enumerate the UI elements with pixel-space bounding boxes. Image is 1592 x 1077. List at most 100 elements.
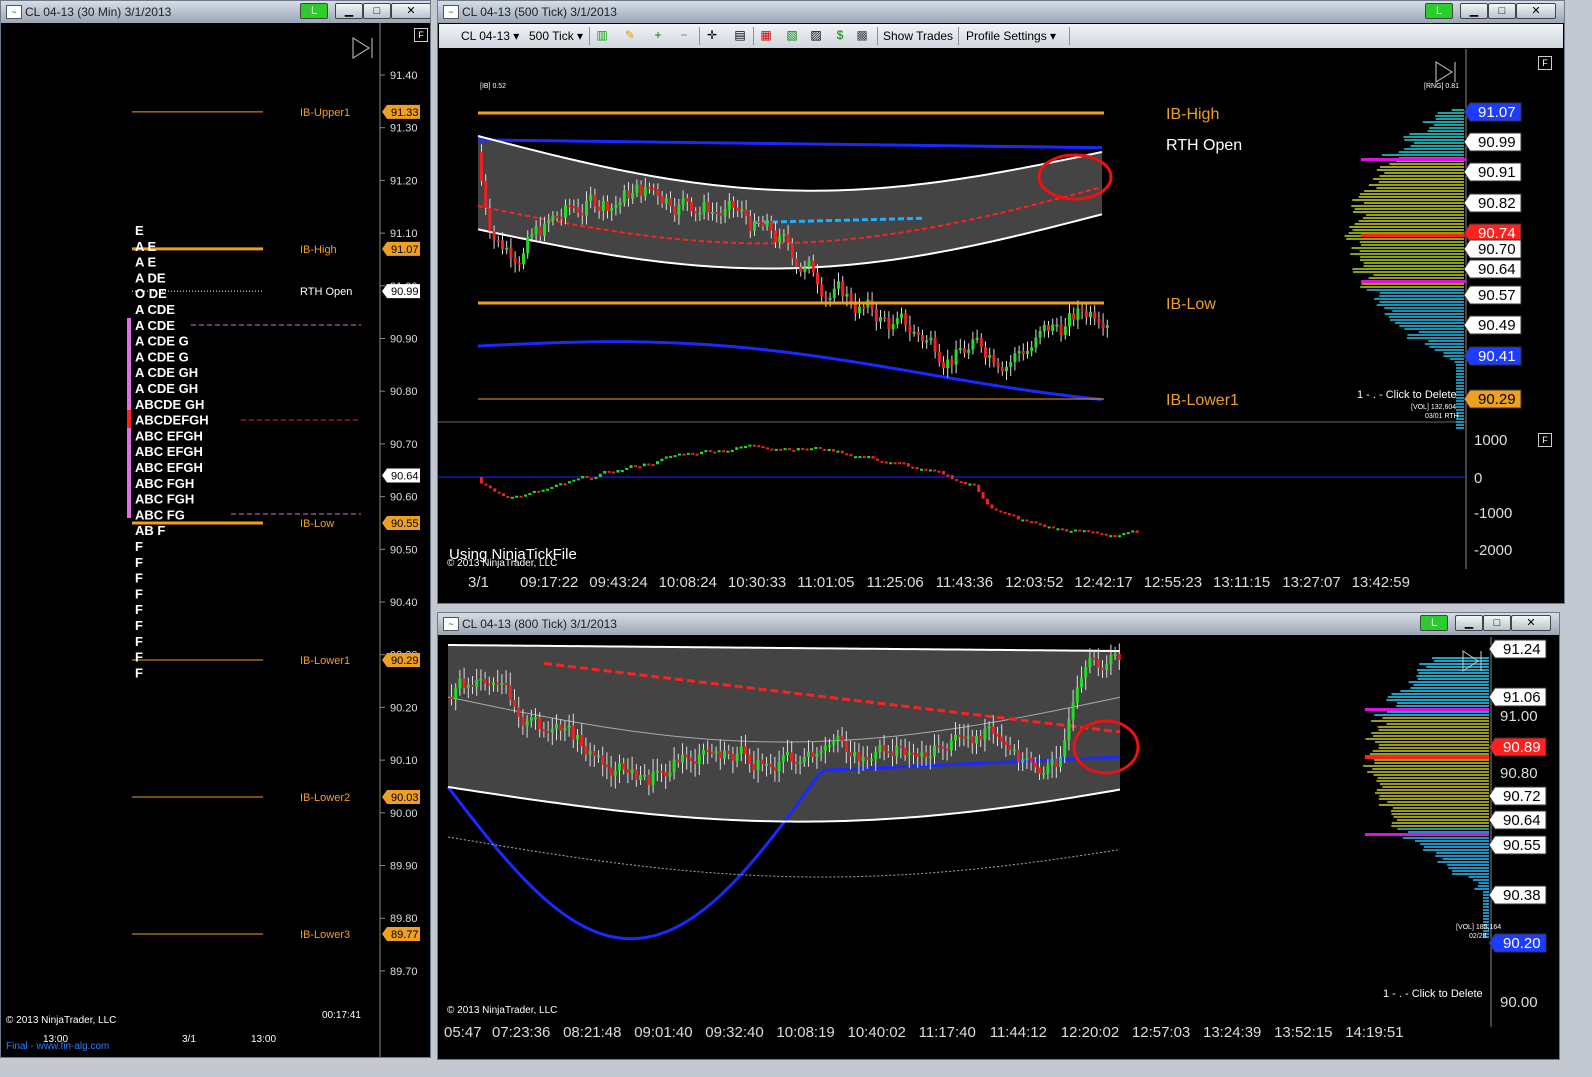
candle (1059, 315, 1063, 342)
data-box-icon[interactable]: ▩ (855, 28, 869, 42)
candle (996, 357, 1000, 374)
maximize-button[interactable]: □ (1488, 3, 1516, 19)
interval-selector[interactable]: 500 Tick ▾ (529, 29, 583, 43)
indicator-bar (752, 444, 756, 447)
indicator-bar (506, 496, 510, 499)
svg-text:91.07: 91.07 (1478, 104, 1516, 121)
title-bar[interactable]: ~ CL 04-13 (30 Min) 3/1/2013 L ▁ □ ✕ (1, 1, 430, 23)
volume-profile-bar (1373, 774, 1489, 776)
svg-text:90.03: 90.03 (391, 792, 419, 804)
instrument-selector[interactable]: CL 04-13 ▾ (461, 29, 519, 43)
minimize-button[interactable]: ▁ (335, 3, 363, 19)
volume-profile-bar (1483, 918, 1489, 920)
candle (853, 293, 857, 321)
indicator-bar (616, 470, 620, 473)
indicator-bar (986, 498, 989, 505)
volume-profile-bar (1378, 744, 1489, 746)
indicator-bar (942, 470, 945, 475)
minimize-button[interactable]: ▁ (1455, 615, 1483, 631)
volume-profile-bar (1417, 678, 1489, 680)
volume-profile-bar (1375, 792, 1489, 794)
play-icon[interactable] (352, 37, 373, 59)
indicator-bar (1109, 535, 1113, 538)
axis-tick-label: 91.10 (390, 228, 418, 240)
x-tick-label: 09:17:22 (520, 574, 578, 591)
maximize-button[interactable]: □ (1483, 615, 1511, 631)
volume-profile-bar (1456, 364, 1464, 366)
minimize-button[interactable]: ▁ (1460, 3, 1488, 19)
indicators-icon[interactable]: ▦ (759, 28, 773, 42)
candle (832, 279, 836, 305)
x-tick-label: 10:30:33 (728, 574, 786, 591)
tpo-row: F (135, 555, 143, 570)
volume-profile-bar (1354, 223, 1464, 225)
indicator-bar (827, 449, 831, 452)
panel-toggle-button[interactable]: F (1538, 56, 1552, 70)
indicator-axis-label: 0 (1474, 470, 1482, 487)
indicator-bar (642, 463, 646, 467)
dollar-icon[interactable]: $ (833, 28, 847, 42)
x-tick-label: 07:23:36 (492, 1024, 550, 1041)
market-profile-chart[interactable]: 91.4091.3091.2091.1091.0090.9090.8090.70… (1, 23, 430, 1057)
indicator-bar (634, 465, 637, 468)
volume-session-label: 02/28 (1469, 933, 1487, 940)
volume-profile-bar (1352, 229, 1464, 231)
volume-profile-bar (1376, 780, 1489, 782)
title-bar[interactable]: ~ CL 04-13 (800 Tick) 3/1/2013 L ▁ □ ✕ (438, 613, 1559, 635)
panel-toggle-button[interactable]: F (414, 28, 428, 42)
click-to-delete-label[interactable]: 1 - . - Click to Delete (1383, 988, 1483, 1000)
close-button[interactable]: ✕ (391, 3, 430, 19)
candle (921, 329, 924, 349)
volume-profile-bar (1456, 394, 1464, 396)
link-button[interactable]: L (1425, 3, 1453, 19)
tpo-row: ABC FGH (135, 492, 194, 507)
price-tag: 89.77 (382, 927, 420, 942)
volume-profile-bar (1352, 268, 1464, 270)
candle (858, 298, 861, 319)
link-button[interactable]: L (1420, 615, 1448, 631)
title-bar[interactable]: ~ CL 04-13 (500 Tick) 3/1/2013 L ▁ □ ✕ (438, 1, 1564, 23)
profile-settings-menu[interactable]: Profile Settings ▾ (966, 29, 1056, 43)
indicator-panel-toggle[interactable]: F (1538, 433, 1552, 447)
svg-text:91.24: 91.24 (1503, 641, 1541, 658)
zoom-out-icon[interactable]: − (677, 28, 691, 42)
indicator-bar (845, 453, 849, 456)
maximize-button[interactable]: □ (363, 3, 391, 19)
show-trades-button[interactable]: Show Trades (883, 29, 953, 43)
link-button[interactable]: L (300, 3, 328, 19)
volume-profile-bar (1369, 753, 1489, 755)
chart-style-icon[interactable]: ▨ (809, 28, 823, 42)
crosshair-icon[interactable]: ✛ (705, 28, 719, 42)
strategies-icon[interactable]: ▧ (785, 28, 799, 42)
bar-type-icon[interactable]: ▥ (595, 28, 609, 42)
volume-profile-bar (1456, 376, 1464, 378)
volume-profile-bar (1374, 298, 1464, 300)
volume-profile-bar (1456, 424, 1464, 426)
indicator-bar (502, 493, 505, 497)
x-tick-label: 13:42:59 (1352, 574, 1410, 591)
close-button[interactable]: ✕ (1511, 615, 1551, 631)
click-to-delete-label[interactable]: 1 - . - Click to Delete (1357, 389, 1457, 401)
price-tag: 90.70 (1463, 239, 1522, 259)
indicator-bar (871, 456, 875, 459)
volume-profile-bar (1419, 663, 1489, 665)
candle (887, 311, 891, 339)
tpo-row: F (135, 539, 143, 554)
zoom-in-icon[interactable]: + (651, 28, 665, 42)
pencil-icon[interactable]: ✎ (623, 28, 637, 42)
svg-text:90.74: 90.74 (1478, 225, 1516, 242)
volume-profile-bar (1435, 115, 1464, 117)
close-button[interactable]: ✕ (1516, 3, 1556, 19)
candle (937, 343, 941, 367)
properties-icon[interactable]: ▤ (733, 28, 747, 42)
volume-profile-bar (1379, 301, 1464, 303)
volume-profile-bar (1372, 768, 1489, 770)
volume-profile-bar (1406, 337, 1464, 339)
price-chart-500tick[interactable]: 91.07 90.99 90.91 90.82 90.7490.70 90.64 90.57… (438, 49, 1564, 603)
footer-link[interactable]: Final - www.fin-alg.com (6, 1041, 109, 1052)
price-tag: 91.07 (382, 241, 420, 256)
tpo-row: ABC EFGH (135, 428, 203, 443)
volume-profile-bar (1376, 169, 1464, 171)
price-tag: 90.91 (1463, 162, 1522, 182)
play-icon[interactable] (1435, 61, 1456, 83)
